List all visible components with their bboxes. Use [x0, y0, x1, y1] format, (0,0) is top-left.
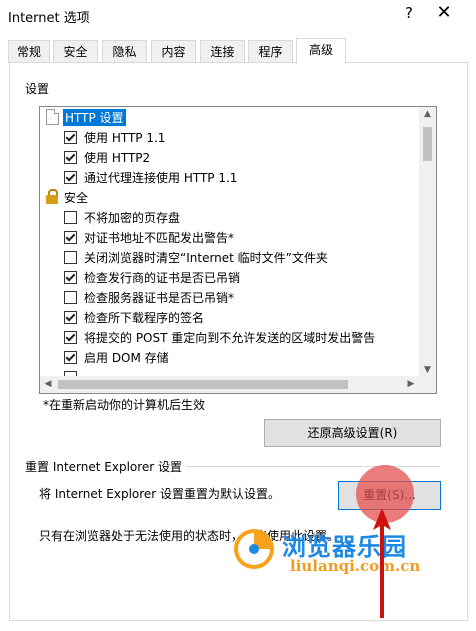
list-item[interactable]: 对证书地址不匹配发出警告* — [40, 227, 418, 247]
close-button[interactable]: ✕ — [434, 2, 454, 23]
tab-general[interactable]: 常规 — [8, 40, 50, 63]
reset-group-label: 重置 Internet Explorer 设置 — [25, 460, 183, 474]
list-item-label: 通过代理连接使用 HTTP 1.1 — [84, 171, 238, 185]
internet-options-dialog: Internet 选项 ? ✕ 常规 安全 隐私 内容 连接 程序 高级 设置 … — [0, 0, 476, 631]
lock-icon — [46, 189, 58, 204]
list-item-label: 使用 HTTP2 — [84, 151, 151, 165]
list-item-label: 对证书地址不匹配发出警告* — [84, 231, 235, 245]
reset-description: 将 Internet Explorer 设置重置为默认设置。 — [39, 487, 281, 501]
list-item[interactable]: 检查服务器证书是否已吊销* — [40, 287, 418, 307]
restore-advanced-settings-button[interactable]: 还原高级设置(R) — [264, 419, 441, 447]
list-item-label: 关闭浏览器时清空“Internet 临时文件”文件夹 — [84, 251, 328, 265]
list-item[interactable]: 使用 HTTP2 — [40, 147, 418, 167]
list-item[interactable]: 不将加密的页存盘 — [40, 207, 418, 227]
checkbox[interactable] — [64, 151, 77, 164]
checkbox[interactable] — [64, 131, 77, 144]
vertical-scroll-thumb[interactable] — [423, 127, 432, 161]
tab-security[interactable]: 安全 — [53, 40, 98, 63]
tab-advanced[interactable]: 高级 — [296, 38, 346, 64]
page-icon — [46, 109, 59, 125]
checkbox[interactable] — [64, 331, 77, 344]
settings-list[interactable]: HTTP 设置 使用 HTTP 1.1 使用 HTTP2 通过代理连接使用 HT… — [39, 106, 437, 394]
restart-note: *在重新启动你的计算机后生效 — [43, 398, 206, 412]
list-item[interactable]: 检查所下载程序的签名 — [40, 307, 418, 327]
list-item-label: HTTP 设置 — [63, 109, 126, 126]
scroll-left-icon[interactable]: ◀ — [41, 377, 55, 392]
tab-privacy[interactable]: 隐私 — [102, 40, 147, 63]
list-item[interactable]: 关闭浏览器时清空“Internet 临时文件”文件夹 — [40, 247, 418, 267]
tab-programs[interactable]: 程序 — [248, 40, 293, 63]
checkbox[interactable] — [64, 291, 77, 304]
settings-group-label: 设置 — [25, 82, 50, 96]
checkbox[interactable] — [64, 231, 77, 244]
help-button[interactable]: ? — [401, 4, 417, 22]
list-item-label: 启用 DOM 存储 — [84, 351, 169, 365]
checkbox[interactable] — [64, 311, 77, 324]
scroll-right-icon[interactable]: ▶ — [404, 377, 418, 392]
horizontal-scrollbar[interactable]: ◀ ▶ — [40, 376, 436, 393]
watermark-url: liulanqi.com.cn — [290, 557, 421, 575]
watermark-logo-icon — [234, 529, 274, 569]
list-item-header-security[interactable]: 安全 — [40, 187, 418, 207]
tab-connections[interactable]: 连接 — [200, 40, 245, 63]
group-divider — [186, 466, 440, 467]
title-bar: Internet 选项 ? ✕ — [0, 0, 476, 30]
checkbox[interactable] — [64, 351, 77, 364]
checkbox[interactable] — [64, 271, 77, 284]
checkbox[interactable] — [64, 171, 77, 184]
list-item-label: 将提交的 POST 重定向到不允许发送的区域时发出警告 — [84, 331, 376, 345]
checkbox[interactable] — [64, 211, 77, 224]
vertical-scrollbar[interactable]: ▲ ▼ — [419, 107, 436, 377]
list-item-label: 检查服务器证书是否已吊销* — [84, 291, 235, 305]
list-item-header-http[interactable]: HTTP 设置 — [40, 107, 418, 127]
horizontal-scroll-thumb[interactable] — [58, 380, 348, 389]
scroll-up-icon[interactable]: ▲ — [419, 107, 436, 121]
arrow-up-icon — [373, 508, 391, 618]
list-item[interactable]: 检查发行商的证书是否已吊销 — [40, 267, 418, 287]
checkbox[interactable] — [64, 251, 77, 264]
list-item[interactable]: 启用 DOM 存储 — [40, 347, 418, 367]
list-item[interactable]: 将提交的 POST 重定向到不允许发送的区域时发出警告 — [40, 327, 418, 347]
list-item-label: 不将加密的页存盘 — [84, 211, 181, 225]
window-title: Internet 选项 — [8, 11, 90, 26]
tab-content[interactable]: 内容 — [151, 40, 196, 63]
list-item[interactable]: 使用 HTTP 1.1 — [40, 127, 418, 147]
list-item-label: 安全 — [64, 191, 89, 205]
list-item-label: 检查发行商的证书是否已吊销 — [84, 271, 241, 285]
list-item-label: 检查所下载程序的签名 — [84, 311, 205, 325]
scroll-down-icon[interactable]: ▼ — [419, 363, 436, 377]
list-item[interactable]: 通过代理连接使用 HTTP 1.1 — [40, 167, 418, 187]
list-item-label: 使用 HTTP 1.1 — [84, 131, 166, 145]
